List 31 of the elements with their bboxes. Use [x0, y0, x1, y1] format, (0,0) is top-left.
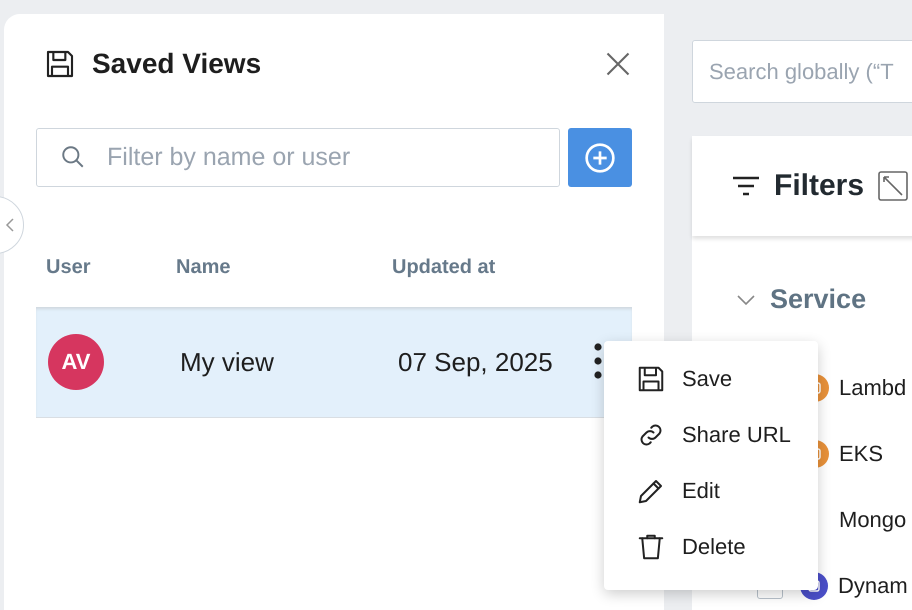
filter-field[interactable]: Filter by name or user — [36, 128, 560, 187]
table-cell-text: My view — [180, 346, 275, 378]
view-row[interactable]: AV My view 07 Sep, 2025 — [36, 307, 632, 418]
service-label: Mongo — [839, 507, 906, 533]
service-label: EKS — [839, 441, 884, 467]
column-header: User — [46, 254, 92, 278]
column-header: Updated at — [392, 254, 496, 278]
service-label: Lambd — [839, 375, 906, 401]
chevron-left-icon — [5, 217, 15, 233]
search-field[interactable]: Search globally (“T — [692, 40, 912, 103]
close-icon — [604, 50, 632, 78]
save-icon — [44, 48, 76, 80]
column-header: Name — [176, 254, 232, 278]
more-icon — [594, 342, 602, 380]
close-button[interactable] — [604, 50, 632, 78]
filters-title: Filters — [774, 169, 864, 203]
search-icon — [60, 144, 86, 170]
service-label: Dynam — [838, 573, 908, 599]
save-icon — [636, 364, 666, 394]
table-cell-text: 07 Sep, 2025 — [398, 346, 554, 378]
chevron-down-icon — [736, 294, 756, 306]
trash-icon — [636, 532, 666, 562]
expand-icon[interactable] — [878, 171, 908, 201]
plus-circle-icon — [584, 142, 616, 174]
panel-title: Saved Views — [92, 48, 262, 80]
filter-icon — [732, 174, 760, 198]
menu-item[interactable]: Delete — [604, 519, 818, 575]
avatar: AV — [48, 334, 104, 390]
add-button[interactable] — [568, 128, 632, 187]
menu-item[interactable]: Edit — [604, 463, 818, 519]
group-header[interactable]: Service — [736, 284, 866, 315]
